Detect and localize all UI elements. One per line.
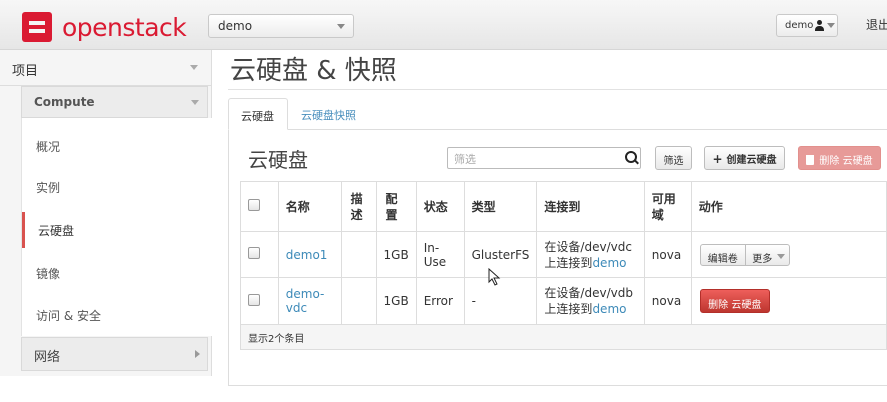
table-row: demo-vdc 1GB Error - 在设备/dev/vdb上连接到demo… [240,277,887,325]
tab-volumes[interactable]: 云硬盘 [228,98,288,130]
filter-input[interactable]: 筛选 [447,147,641,169]
sidebar-item-label: 实例 [36,181,61,195]
edit-volume-label: 编辑卷 [707,253,738,265]
edit-volume-button[interactable]: 编辑卷 [699,243,746,266]
tab-label: 云硬盘 [241,110,274,123]
tab-label: 云硬盘快照 [301,109,356,122]
row-actions: 编辑卷 更多 [690,231,887,278]
column-header[interactable]: 描述 [340,181,377,232]
row-select-cell [240,277,279,325]
sidebar-compute-items: 概况 实例 云硬盘 镜像 访问 & 安全 [21,118,212,336]
delete-volumes-label: 删除 云硬盘 [819,156,873,167]
sidebar-item-label: 镜像 [36,267,61,281]
sidebar-item-instances[interactable]: 实例 [22,169,213,205]
select-all-checkbox[interactable] [248,199,260,211]
more-actions-button[interactable]: 更多 [744,243,790,266]
sidebar-compute-header[interactable]: Compute [21,86,208,118]
filter-button-label: 筛选 [663,156,684,167]
page-title: 云硬盘 & 快照 [230,56,397,86]
delete-volume-label: 删除 云硬盘 [708,300,762,311]
chevron-down-icon [337,24,345,29]
column-header[interactable]: 可用域 [643,181,692,232]
openstack-logo-icon [22,12,52,42]
search-icon[interactable] [625,151,639,165]
sidebar-item-label: 访问 & 安全 [36,309,101,323]
mouse-cursor-icon [488,268,501,286]
tab-volume-snapshots[interactable]: 云硬盘快照 [289,98,375,130]
sidebar-network-header[interactable]: 网络 [21,337,208,371]
row-actions: 删除 云硬盘 [690,277,887,325]
select-all-cell [240,181,279,232]
filter-placeholder: 筛选 [454,153,476,166]
volume-name-link[interactable]: demo1 [286,248,328,262]
sidebar-item-access-security[interactable]: 访问 & 安全 [22,297,213,333]
sidebar-project-label: 项目 [12,64,39,79]
volumes-table: 名称 描述 配置 状态 类型 连接到 可用域 动作 demo1 1GB In-U… [240,181,887,350]
plus-icon: + [712,152,723,166]
volume-attachment: 在设备/dev/vdc上连接到demo [536,231,645,278]
sidebar-compute-label: Compute [34,95,95,109]
column-header[interactable]: 配置 [375,181,417,232]
volume-status: Error [415,277,465,325]
row-checkbox[interactable] [248,293,260,306]
delete-volumes-button[interactable]: 删除 云硬盘 [798,146,881,170]
table-footer: 显示2个条目 [240,324,887,350]
user-icon [815,20,824,31]
sidebar-item-images[interactable]: 镜像 [22,255,213,291]
sidebar-item-overview[interactable]: 概况 [22,128,213,164]
sidebar-project-header[interactable]: 项目 [0,50,212,86]
filter-button[interactable]: 筛选 [655,146,692,170]
attached-instance-link[interactable]: demo [592,302,626,316]
logo-text: openstack [62,12,187,42]
trash-icon [806,155,815,165]
chevron-down-icon [191,100,199,105]
title-divider [228,89,887,90]
volume-attachment: 在设备/dev/vdb上连接到demo [536,277,645,325]
sidebar-item-label: 云硬盘 [38,224,75,238]
project-selector[interactable]: demo [208,14,354,38]
chevron-down-icon [827,23,835,28]
user-menu-button[interactable]: demo [776,14,838,37]
column-header[interactable]: 连接到 [536,181,645,232]
row-select-cell [240,231,279,278]
sidebar-item-volumes[interactable]: 云硬盘 [22,212,213,248]
create-volume-label: 创建云硬盘 [726,155,777,166]
tab-bar: 云硬盘 云硬盘快照 [228,98,887,130]
openstack-logo[interactable]: openstack [22,12,187,42]
delete-volume-button[interactable]: 删除 云硬盘 [699,289,770,313]
attached-instance-link[interactable]: demo [592,256,626,270]
sidebar-network-label: 网络 [34,350,61,365]
column-header[interactable]: 名称 [277,181,342,232]
volume-description [340,277,377,325]
project-selector-label: demo [218,19,253,33]
volume-size: 1GB [375,231,417,278]
logout-link[interactable]: 退出 [866,16,887,33]
chevron-down-icon [776,253,785,259]
table-footer-count: 显示2个条目 [240,324,887,350]
section-title: 云硬盘 [248,148,308,172]
column-header[interactable]: 状态 [415,181,465,232]
user-name: demo [785,20,814,31]
chevron-right-icon [195,350,200,358]
table-header-row: 名称 描述 配置 状态 类型 连接到 可用域 动作 [240,181,887,232]
volume-status: In-Use [415,231,465,278]
sidebar-item-label: 概况 [36,140,61,154]
volume-size: 1GB [375,277,417,325]
volume-description [340,231,377,278]
chevron-down-icon [190,65,198,70]
create-volume-button[interactable]: + 创建云硬盘 [704,146,785,170]
more-actions-label: 更多 [752,253,773,265]
top-bar: openstack demo demo 退出 [0,0,887,50]
column-header[interactable]: 类型 [463,181,538,232]
volume-name-link[interactable]: demo-vdc [286,287,325,315]
sidebar: 项目 Compute 概况 实例 云硬盘 镜像 访问 & 安全 网络 [0,50,212,376]
volume-zone: nova [643,277,692,325]
column-header: 动作 [690,181,887,232]
volume-zone: nova [643,231,692,278]
table-row: demo1 1GB In-Use GlusterFS 在设备/dev/vdc上连… [240,231,887,278]
row-checkbox[interactable] [248,247,260,259]
